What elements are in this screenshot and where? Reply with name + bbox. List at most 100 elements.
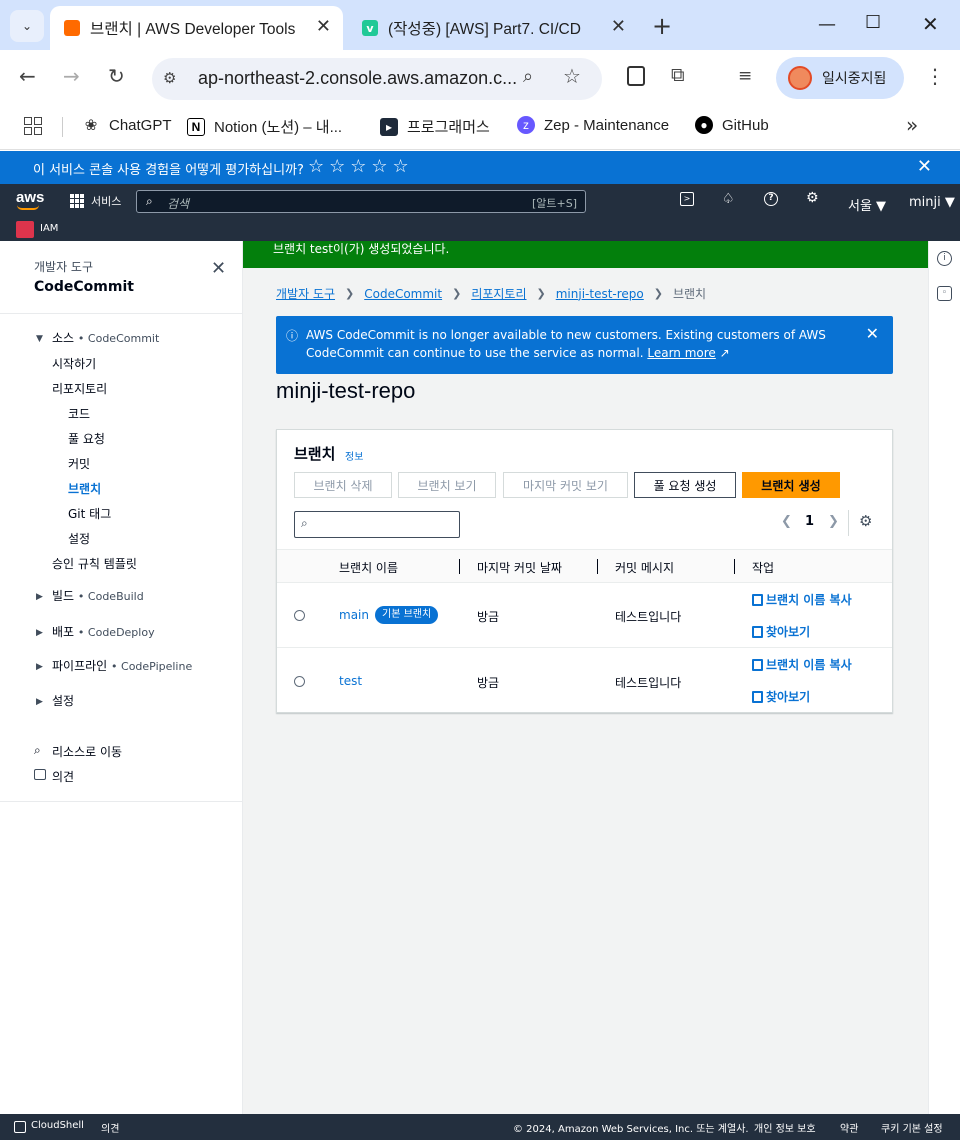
- reload-icon[interactable]: ↻: [108, 64, 125, 88]
- feedback-link[interactable]: 의견: [101, 1120, 119, 1135]
- branch-name-link[interactable]: test: [339, 674, 362, 688]
- view-last-commit-button[interactable]: 마지막 커밋 보기: [503, 472, 628, 498]
- pause-label: 일시중지됨: [822, 71, 887, 87]
- profile-paused-button[interactable]: 일시중지됨: [776, 57, 904, 99]
- favorite-iam[interactable]: IAM: [40, 223, 58, 234]
- view-branch-button[interactable]: 브랜치 보기: [398, 472, 496, 498]
- aws-logo[interactable]: aws: [16, 189, 44, 206]
- column-last-commit-date[interactable]: 마지막 커밋 날짜: [477, 559, 562, 576]
- notifications-icon[interactable]: ♤: [722, 191, 735, 207]
- caret-right-icon[interactable]: ▶: [36, 592, 43, 602]
- media-control-icon[interactable]: ≡: [738, 66, 752, 86]
- back-icon[interactable]: ←: [19, 64, 36, 88]
- next-page-icon[interactable]: ❯: [828, 514, 839, 529]
- region-selector[interactable]: 서울 ▼: [848, 195, 886, 214]
- close-window-icon[interactable]: ✕: [922, 12, 939, 36]
- sidebar-section-source[interactable]: 소스 • CodeCommit: [52, 329, 159, 346]
- sidebar-title[interactable]: CodeCommit: [34, 279, 134, 295]
- bookmark-notion[interactable]: N Notion (노션) – 내...: [187, 116, 342, 137]
- more-menu-icon[interactable]: ⋮: [925, 64, 945, 88]
- tab-search-button[interactable]: ⌄: [10, 10, 44, 42]
- bookmark-programmers[interactable]: ▸ 프로그래머스: [380, 116, 490, 137]
- zoom-search-icon[interactable]: ⌕: [523, 66, 533, 87]
- close-tab-icon[interactable]: ✕: [316, 16, 331, 37]
- site-info-icon[interactable]: ⚙: [163, 69, 176, 87]
- info-link[interactable]: 정보: [345, 448, 363, 463]
- learn-more-link[interactable]: Learn more: [647, 346, 715, 360]
- breadcrumb-codecommit[interactable]: CodeCommit: [364, 287, 442, 301]
- new-tab-icon[interactable]: +: [652, 12, 672, 40]
- terms-link[interactable]: 약관: [840, 1120, 858, 1135]
- account-menu[interactable]: minji ▼: [909, 195, 955, 210]
- copy-branch-name-link[interactable]: 브랜치 이름 복사: [752, 591, 852, 608]
- forward-icon[interactable]: →: [63, 64, 80, 88]
- caret-right-icon[interactable]: ▶: [36, 628, 43, 638]
- browse-link[interactable]: 찾아보기: [752, 688, 810, 705]
- breadcrumb-repositories[interactable]: 리포지토리: [471, 285, 526, 302]
- url-text[interactable]: ap-northeast-2.console.aws.amazon.c...: [198, 68, 517, 89]
- preferences-gear-icon[interactable]: ⚙: [859, 512, 872, 530]
- aws-search-input[interactable]: ⌕ 검색 [알트+S]: [136, 190, 586, 213]
- column-branch-name[interactable]: 브랜치 이름: [339, 559, 398, 576]
- sidebar-item-pull-requests[interactable]: 풀 요청: [68, 430, 105, 447]
- bookmark-zep[interactable]: z Zep - Maintenance: [517, 116, 669, 134]
- sidebar-item-commits[interactable]: 커밋: [68, 455, 90, 472]
- settings-gear-icon[interactable]: ⚙: [806, 190, 819, 206]
- sidebar-item-settings[interactable]: 설정: [68, 530, 90, 547]
- current-page[interactable]: 1: [805, 514, 814, 529]
- sidebar-item-getting-started[interactable]: 시작하기: [52, 355, 96, 372]
- sidebar-section-pipeline[interactable]: 파이프라인 • CodePipeline: [52, 657, 192, 674]
- privacy-link[interactable]: 개인 정보 보호: [754, 1120, 816, 1135]
- sidebar-item-git-tags[interactable]: Git 태그: [68, 505, 111, 522]
- cloudshell-icon[interactable]: >: [680, 192, 694, 206]
- cookie-preferences-link[interactable]: 쿠키 기본 설정: [881, 1120, 943, 1135]
- browse-link[interactable]: 찾아보기: [752, 623, 810, 640]
- tab-aws-branches[interactable]: 브랜치 | AWS Developer Tools ✕: [50, 6, 343, 50]
- bookmark-star-icon[interactable]: ☆: [563, 64, 581, 88]
- services-menu[interactable]: 서비스: [70, 193, 121, 209]
- filter-input[interactable]: [294, 511, 460, 538]
- reading-list-icon[interactable]: [627, 66, 645, 86]
- sidebar-item-code[interactable]: 코드: [68, 405, 90, 422]
- create-branch-button[interactable]: 브랜치 생성: [742, 472, 840, 498]
- feedback-link[interactable]: 의견: [52, 768, 74, 785]
- cloudshell-link[interactable]: CloudShell: [31, 1120, 84, 1131]
- sidebar-section-build[interactable]: 빌드 • CodeBuild: [52, 587, 144, 604]
- info-icon[interactable]: i: [937, 251, 952, 266]
- caret-down-icon[interactable]: ▼: [36, 334, 43, 344]
- extensions-icon[interactable]: ⧉: [671, 64, 685, 86]
- bookmark-chatgpt[interactable]: ❀ ChatGPT: [82, 116, 172, 135]
- sidebar-section-deploy[interactable]: 배포 • CodeDeploy: [52, 623, 155, 640]
- close-tab-icon[interactable]: ✕: [611, 16, 626, 37]
- goto-resource-link[interactable]: 리소스로 이동: [52, 743, 122, 760]
- branch-name-link[interactable]: main: [339, 608, 369, 622]
- maximize-icon[interactable]: ☐: [865, 12, 881, 33]
- close-icon[interactable]: ✕: [211, 258, 226, 279]
- sidebar-breadcrumb[interactable]: 개발자 도구: [34, 258, 93, 275]
- rating-stars[interactable]: ☆☆☆☆☆: [308, 156, 414, 177]
- close-icon[interactable]: ✕: [917, 156, 932, 177]
- row-radio[interactable]: [294, 676, 305, 687]
- sidebar-item-approval-templates[interactable]: 승인 규칙 템플릿: [52, 555, 137, 572]
- sidebar-item-repositories[interactable]: 리포지토리: [52, 380, 107, 397]
- caret-right-icon[interactable]: ▶: [36, 697, 43, 707]
- minimize-icon[interactable]: —: [818, 14, 836, 35]
- breadcrumb-repo[interactable]: minji-test-repo: [556, 287, 644, 301]
- tutorial-icon[interactable]: ◦: [937, 286, 952, 301]
- sidebar-item-branches[interactable]: 브랜치: [68, 480, 101, 497]
- row-radio[interactable]: [294, 610, 305, 621]
- sidebar-section-settings[interactable]: 설정: [52, 692, 74, 709]
- previous-page-icon[interactable]: ❮: [781, 514, 792, 529]
- column-commit-message[interactable]: 커밋 메시지: [615, 559, 674, 576]
- breadcrumb-dev-tools[interactable]: 개발자 도구: [276, 285, 335, 302]
- caret-right-icon[interactable]: ▶: [36, 662, 43, 672]
- more-bookmarks-icon[interactable]: »: [906, 113, 918, 137]
- bookmark-github[interactable]: ● GitHub: [695, 116, 769, 134]
- close-icon[interactable]: ✕: [866, 324, 879, 343]
- copy-branch-name-link[interactable]: 브랜치 이름 복사: [752, 656, 852, 673]
- tab-velog-post[interactable]: v (작성중) [AWS] Part7. CI/CD ✕: [348, 6, 638, 50]
- help-icon[interactable]: ?: [764, 192, 778, 206]
- apps-grid-icon[interactable]: [24, 117, 42, 135]
- delete-branch-button[interactable]: 브랜치 삭제: [294, 472, 392, 498]
- create-pull-request-button[interactable]: 풀 요청 생성: [634, 472, 736, 498]
